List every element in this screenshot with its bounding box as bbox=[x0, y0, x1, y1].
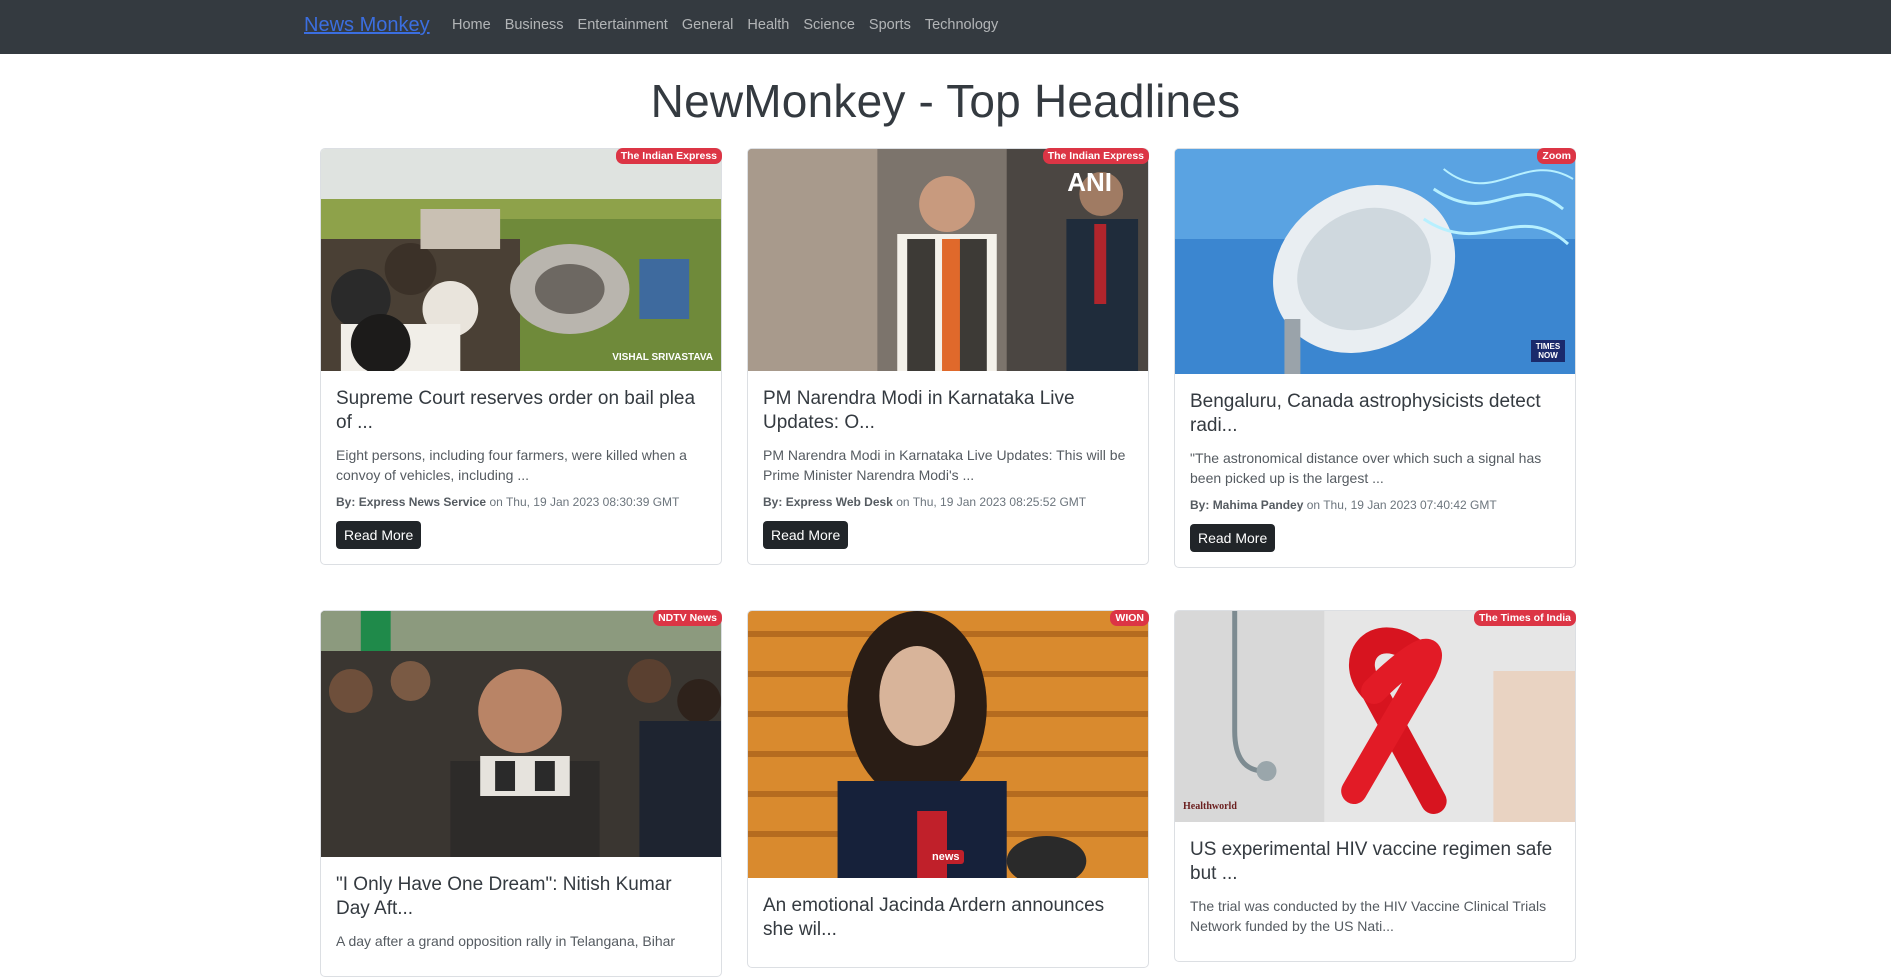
article-author: Express News Service bbox=[358, 495, 487, 509]
article-meta: By: Mahima Pandey on Thu, 19 Jan 2023 07… bbox=[1190, 498, 1560, 512]
news-card: The Times of India Healthworld US experi… bbox=[1174, 610, 1576, 962]
article-date: Thu, 19 Jan 2023 07:40:42 GMT bbox=[1323, 498, 1497, 512]
article-title: "I Only Have One Dream": Nitish Kumar Da… bbox=[336, 874, 672, 919]
article-title: Supreme Court reserves order on bail ple… bbox=[336, 388, 696, 433]
article-description: A day after a grand opposition rally in … bbox=[336, 933, 676, 949]
article-image: TIMES NOW bbox=[1175, 149, 1575, 374]
news-card: WION news An emotional Jacinda Ardern an… bbox=[747, 610, 1149, 968]
read-more-button[interactable]: Read More bbox=[336, 521, 422, 549]
meta-on: on bbox=[1306, 498, 1321, 512]
article-image: VISHAL SRIVASTAVA bbox=[321, 149, 721, 371]
source-badge: The Indian Express bbox=[615, 148, 722, 164]
nav-link-business[interactable]: Business bbox=[505, 17, 564, 33]
nav-link-health[interactable]: Health bbox=[747, 17, 789, 33]
read-more-button[interactable]: Read More bbox=[1190, 524, 1276, 552]
image-caption: news bbox=[928, 850, 964, 864]
page-title: NewMonkey - Top Headlines bbox=[650, 75, 1241, 127]
source-badge: NDTV News bbox=[653, 610, 722, 626]
article-description: The trial was conducted by the HIV Vacci… bbox=[1190, 898, 1547, 934]
article-description: "The astronomical distance over which su… bbox=[1190, 450, 1542, 486]
nav-links: Home Business Entertainment General Heal… bbox=[452, 17, 1012, 33]
article-date: Thu, 19 Jan 2023 08:30:39 GMT bbox=[505, 495, 680, 509]
source-badge: The Times of India bbox=[1474, 610, 1576, 626]
image-caption: Healthworld bbox=[1183, 801, 1237, 812]
article-author: Express Web Desk bbox=[785, 495, 893, 509]
image-caption: TIMES NOW bbox=[1531, 340, 1565, 362]
article-meta: By: Express Web Desk on Thu, 19 Jan 2023… bbox=[763, 495, 1133, 509]
navbar: News Monkey Home Business Entertainment … bbox=[0, 0, 1891, 54]
article-image: Healthworld bbox=[1175, 611, 1575, 822]
source-badge: WION bbox=[1110, 610, 1149, 626]
brand-link[interactable]: News Monkey bbox=[304, 14, 430, 37]
article-title: PM Narendra Modi in Karnataka Live Updat… bbox=[763, 388, 1075, 433]
meta-on: on bbox=[489, 495, 503, 509]
nav-link-general[interactable]: General bbox=[682, 17, 734, 33]
nav-link-home[interactable]: Home bbox=[452, 17, 491, 33]
article-image bbox=[321, 611, 721, 857]
meta-prefix: By: bbox=[763, 495, 783, 509]
news-card: The Indian Express ANI PM Narendra Modi … bbox=[747, 148, 1149, 565]
article-title: US experimental HIV vaccine regimen safe… bbox=[1190, 839, 1553, 884]
article-image: ANI bbox=[748, 149, 1148, 371]
article-description: Eight persons, including four farmers, w… bbox=[336, 447, 687, 483]
nav-link-entertainment[interactable]: Entertainment bbox=[578, 17, 668, 33]
nav-link-sports[interactable]: Sports bbox=[869, 17, 911, 33]
news-card: The Indian Express VISHAL SRIVASTAVA Sup… bbox=[320, 148, 722, 565]
news-card: Zoom TIMES NOW Bengaluru, Canada astroph… bbox=[1174, 148, 1576, 568]
article-title: Bengaluru, Canada astrophysicists detect… bbox=[1190, 391, 1541, 436]
article-title: An emotional Jacinda Ardern announces sh… bbox=[763, 895, 1105, 940]
meta-on: on bbox=[896, 495, 910, 509]
nav-link-science[interactable]: Science bbox=[803, 17, 855, 33]
read-more-button[interactable]: Read More bbox=[763, 521, 849, 549]
meta-prefix: By: bbox=[336, 495, 356, 509]
article-image: news bbox=[748, 611, 1148, 878]
article-description: PM Narendra Modi in Karnataka Live Updat… bbox=[763, 447, 1126, 483]
source-badge: Zoom bbox=[1537, 148, 1576, 164]
article-meta: By: Express News Service on Thu, 19 Jan … bbox=[336, 495, 706, 509]
meta-prefix: By: bbox=[1190, 498, 1210, 512]
nav-link-technology[interactable]: Technology bbox=[925, 17, 998, 33]
image-caption: VISHAL SRIVASTAVA bbox=[612, 352, 713, 363]
article-author: Mahima Pandey bbox=[1212, 498, 1304, 512]
image-caption: ANI bbox=[1067, 167, 1112, 197]
article-date: Thu, 19 Jan 2023 08:25:52 GMT bbox=[912, 495, 1087, 509]
news-card: NDTV News "I Only Have One Dream": Nitis… bbox=[320, 610, 722, 977]
source-badge: The Indian Express bbox=[1042, 148, 1149, 164]
